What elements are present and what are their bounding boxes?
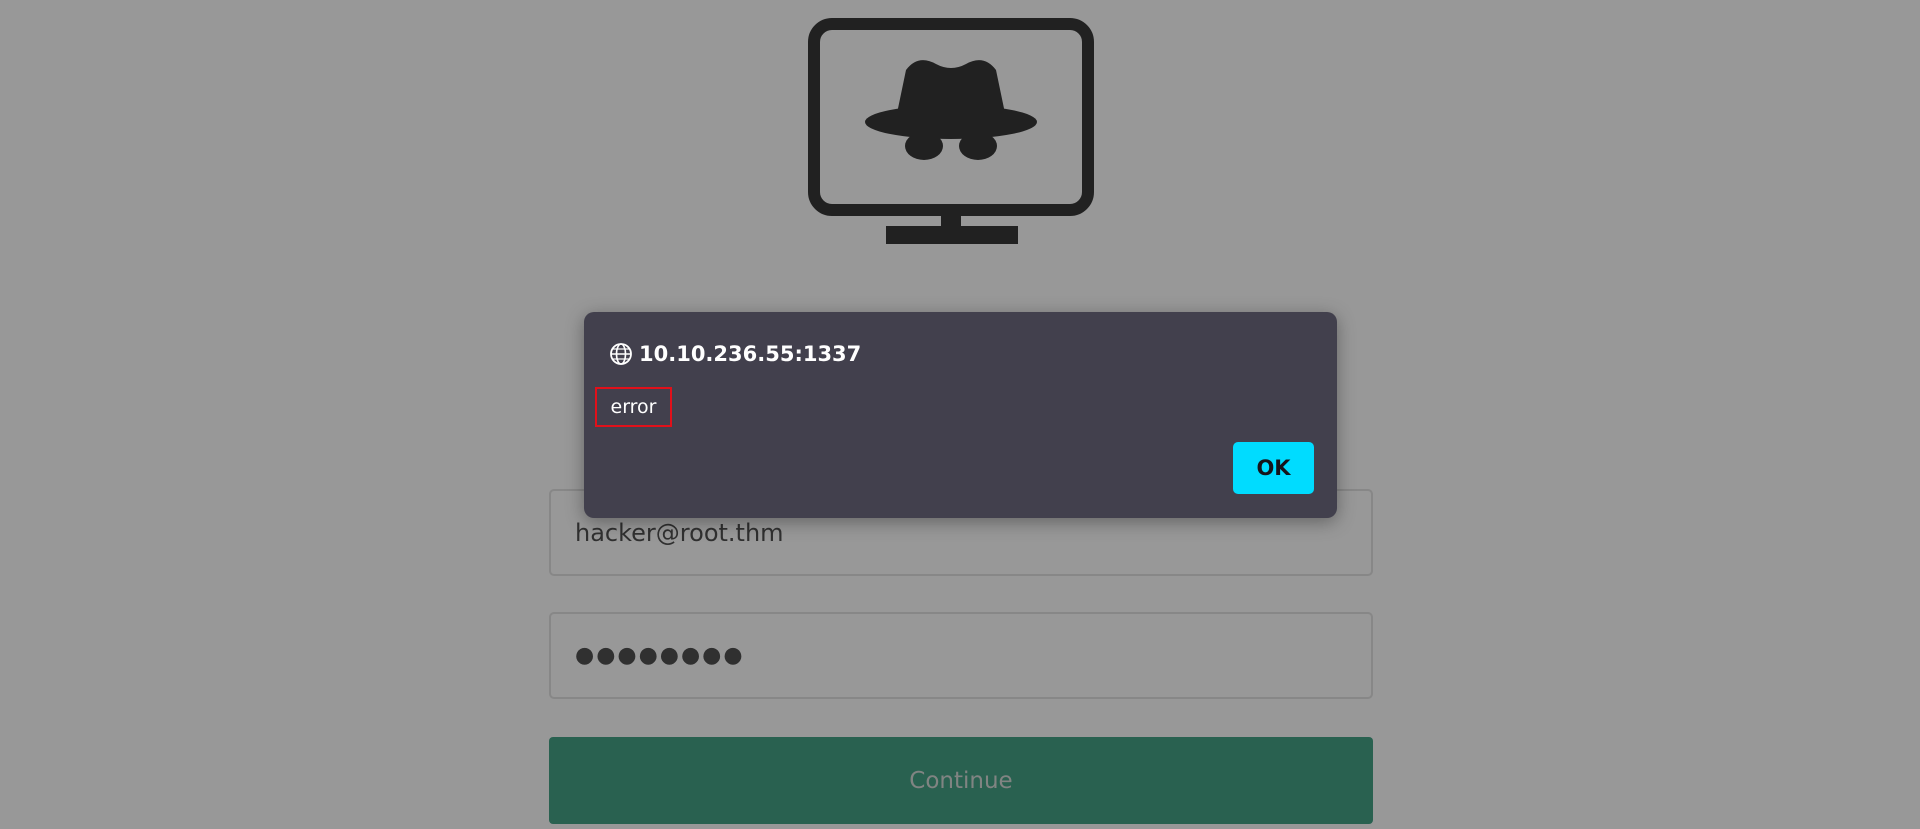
globe-icon [610,343,632,365]
alert-dialog: 10.10.236.55:1337 error OK [584,312,1337,518]
dialog-header: 10.10.236.55:1337 [609,338,861,370]
dialog-origin: 10.10.236.55:1337 [639,342,862,366]
ok-button[interactable]: OK [1233,442,1314,494]
dialog-message: error [610,396,657,418]
message-highlight-box: error [595,387,672,427]
